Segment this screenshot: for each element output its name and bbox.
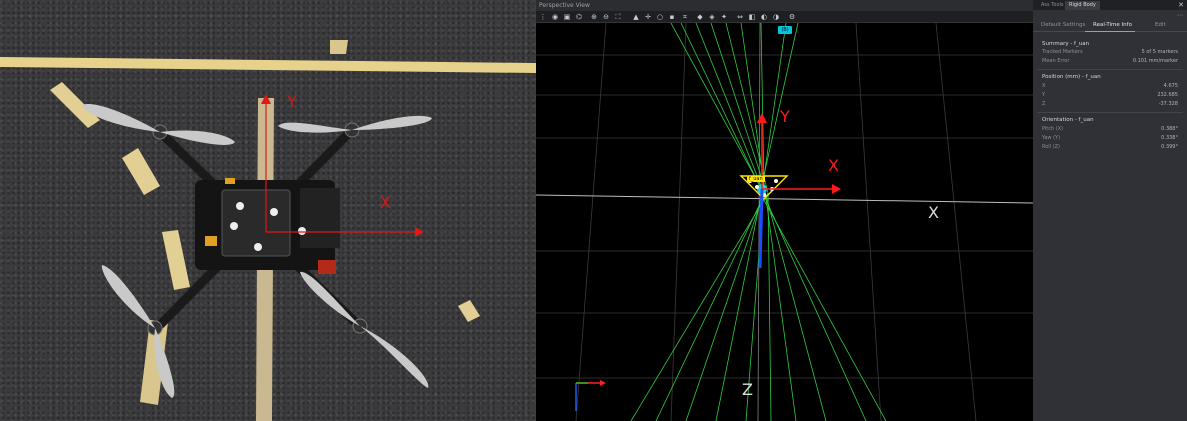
view-options-icon[interactable]: ⇔	[736, 13, 744, 21]
tape-piece	[458, 300, 480, 322]
position-z-value: -37.328	[1158, 101, 1178, 107]
viewport-toolbar: ⋮ ◉ ▣ ⌬ ⊕ ⊖ ⛶ ▲ ✛ ○ ▪ ⌗ ◆ ◈ ✦ ⇔ ◧ ◐ ◑ ⚙	[536, 11, 1033, 23]
orientation-pitch-label: Pitch (X)	[1042, 126, 1064, 132]
marker	[230, 222, 238, 230]
tape-piece	[330, 40, 348, 54]
rb-y-arrowhead	[757, 113, 767, 123]
marker	[254, 243, 262, 251]
position-x-value: 4.675	[1163, 83, 1178, 89]
orientation-roll-label: Roll (Z)	[1042, 144, 1061, 150]
rb-y-label: Y	[780, 107, 790, 126]
rb-z-axis	[758, 188, 764, 269]
tape-piece	[122, 148, 160, 195]
tab-rigid-body[interactable]: Rigid Body	[1065, 1, 1100, 10]
filter-icon[interactable]: ◑	[772, 13, 780, 21]
grid-menu-icon[interactable]: ⋮	[539, 13, 547, 21]
close-icon[interactable]: ✕	[1178, 1, 1184, 9]
perspective-viewport[interactable]: Perspective View ⋮ ◉ ▣ ⌬ ⊕ ⊖ ⛶ ▲ ✛ ○ ▪ ⌗…	[536, 0, 1033, 421]
rotate-tool-icon[interactable]: ○	[656, 13, 664, 21]
orientation-yaw-value: 0.338°	[1161, 135, 1178, 141]
more-options-icon[interactable]: ⋯	[1177, 12, 1183, 19]
horizon-axis-line	[536, 194, 1033, 204]
gizmo-x-arrowhead	[600, 380, 606, 386]
tracked-marker	[755, 185, 759, 189]
rigid-body-name-tag[interactable]: f_uan	[747, 176, 765, 182]
viewport-scene	[536, 23, 1033, 421]
marker	[236, 202, 244, 210]
rb-x-label: X	[828, 156, 839, 175]
grid-x-label: X	[928, 203, 939, 222]
asset-badge[interactable]: (B)	[778, 26, 792, 34]
component	[318, 260, 336, 274]
position-z-label: Z	[1042, 101, 1046, 107]
move-tool-icon[interactable]: ✛	[644, 13, 652, 21]
section-divider	[1037, 69, 1183, 70]
layers-icon[interactable]: ◧	[748, 13, 756, 21]
panel-tab-bar: Ass Tools Rigid Body ✕	[1033, 0, 1187, 10]
orientation-roll-value: 0.399°	[1161, 144, 1178, 150]
summary-tracked-markers-value: 5 of 5 markers	[1141, 49, 1178, 55]
zoom-out-icon[interactable]: ⊖	[602, 13, 610, 21]
subtab-real-time-info[interactable]: Real-Time Info	[1093, 22, 1132, 28]
component	[225, 178, 235, 184]
component	[205, 236, 217, 246]
share-icon[interactable]: ⌬	[575, 13, 583, 21]
camera-icon[interactable]: ◉	[551, 13, 559, 21]
drone-photo: X Y	[0, 0, 536, 421]
marker	[270, 208, 278, 216]
active-subtab-indicator	[1085, 31, 1135, 32]
measure-icon[interactable]: ⌗	[681, 13, 689, 21]
subtab-edit[interactable]: Edit	[1155, 22, 1166, 28]
summary-title: Summary - f_uan	[1042, 41, 1090, 47]
position-y-label: Y	[1042, 92, 1046, 98]
orientation-yaw-label: Yaw (Y)	[1042, 135, 1061, 141]
scale-tool-icon[interactable]: ▪	[668, 13, 676, 21]
tape-piece	[162, 230, 190, 290]
position-y-value: 232.685	[1157, 92, 1178, 98]
fit-view-icon[interactable]: ⛶	[614, 13, 622, 21]
marker	[298, 227, 306, 235]
drone-photo-drawing	[0, 40, 536, 421]
orientation-pitch-value: 0.388°	[1161, 126, 1178, 132]
grid-z-label: Z	[742, 380, 753, 399]
section-divider	[1037, 112, 1183, 113]
marker-icon[interactable]: ◆	[696, 13, 704, 21]
position-title: Position (mm) - f_uan	[1042, 74, 1101, 80]
tape-strip-top	[0, 57, 536, 73]
select-tool-icon[interactable]: ▲	[632, 13, 640, 21]
settings-icon[interactable]: ⚙	[788, 13, 796, 21]
viewport-title: Perspective View	[536, 0, 1033, 11]
battery	[300, 188, 340, 248]
rigid-body-icon[interactable]: ◈	[708, 13, 716, 21]
skeleton-icon[interactable]: ✦	[720, 13, 728, 21]
tab-ass-tools[interactable]: Ass Tools	[1037, 1, 1068, 10]
photo-x-label: X	[380, 193, 391, 212]
subtab-default-settings[interactable]: Default Settings	[1041, 22, 1085, 28]
summary-mean-error-value: 0.101 mm/marker	[1132, 58, 1178, 64]
summary-mean-error-label: Mean Error	[1042, 58, 1070, 64]
summary-tracked-markers-label: Tracked Markers	[1042, 49, 1083, 55]
visibility-icon[interactable]: ◐	[760, 13, 768, 21]
zoom-in-icon[interactable]: ⊕	[590, 13, 598, 21]
tracked-marker	[774, 179, 778, 183]
photo-y-label: Y	[287, 92, 297, 111]
rb-x-arrowhead	[832, 184, 841, 194]
screenshot-icon[interactable]: ▣	[563, 13, 571, 21]
orientation-title: Orientation - f_uan	[1042, 117, 1094, 123]
properties-panel: Ass Tools Rigid Body ✕ ⋯ Default Setting…	[1033, 0, 1187, 421]
position-x-label: X	[1042, 83, 1046, 89]
photo-x-arrowhead	[415, 227, 424, 237]
